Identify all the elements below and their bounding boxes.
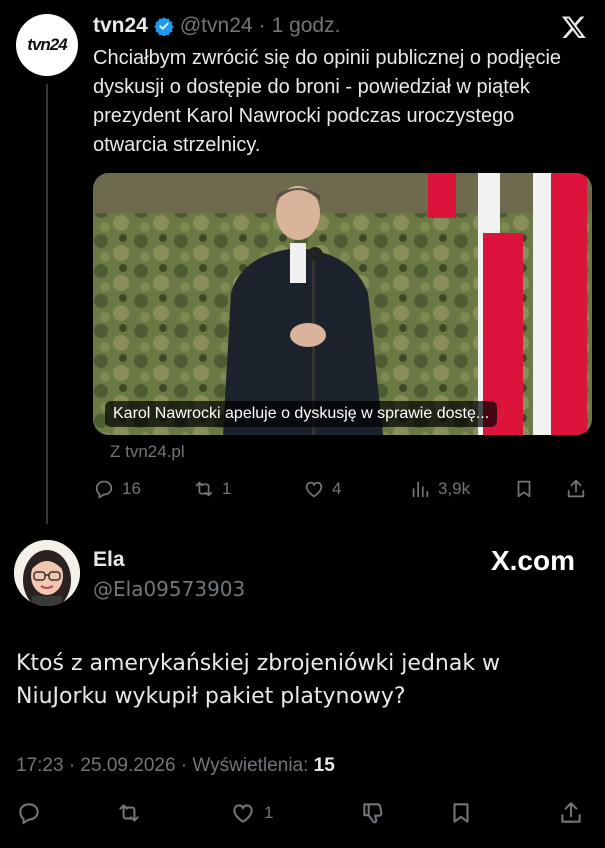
reply-meta: 17:23 · 25.09.2026 · Wyświetlenia: 15 — [16, 755, 335, 777]
quoted-tweet-header: tvn24 @tvn24 · 1 godz. — [93, 14, 340, 38]
author-name[interactable]: tvn24 — [93, 14, 148, 38]
reply-icon — [19, 803, 39, 825]
x-logo-icon[interactable] — [561, 14, 587, 40]
avatar-illustration — [14, 540, 80, 606]
like-count: 4 — [332, 479, 342, 498]
reply-repost-button[interactable] — [116, 800, 142, 826]
media-caption: Karol Nawrocki apeluje o dyskusję w spra… — [105, 401, 498, 427]
author-handle[interactable]: @tvn24 — [180, 14, 253, 38]
reply-bookmark-button[interactable] — [448, 800, 474, 826]
reply-author-handle[interactable]: @Ela09573903 — [93, 577, 245, 601]
like-button[interactable]: 4 — [303, 478, 341, 500]
link-source[interactable]: Z tvn24.pl — [110, 442, 185, 462]
like-icon — [233, 804, 253, 823]
verified-badge-icon — [154, 17, 174, 36]
bookmark-icon — [517, 480, 531, 498]
quoted-tweet-text: Chciałbym zwrócić się do opinii publiczn… — [93, 47, 562, 156]
separator-dot: · — [258, 14, 266, 37]
avatar-logo-text: tvn24 — [27, 35, 67, 54]
views-icon — [412, 481, 429, 498]
reply-button[interactable]: 16 — [93, 478, 141, 500]
dislike-icon — [363, 803, 383, 824]
reply-count: 16 — [122, 479, 141, 498]
reply-like-button[interactable]: 1 — [230, 800, 273, 826]
bookmark-icon — [453, 803, 469, 823]
reply-timestamp: 17:23 · 25.09.2026 · Wyświetlenia: — [16, 755, 309, 776]
post-time[interactable]: 1 godz. — [272, 14, 341, 38]
thread-line — [46, 84, 48, 524]
views-count: 3,9k — [438, 479, 471, 498]
share-button[interactable] — [565, 478, 587, 500]
reply-like-count: 1 — [264, 803, 274, 822]
reply-actions: 1 — [0, 800, 605, 834]
bookmark-button[interactable] — [513, 478, 535, 500]
views-button[interactable]: 3,9k — [409, 478, 470, 500]
x-com-watermark: X.com — [491, 545, 575, 577]
reply-share-button[interactable] — [558, 800, 584, 826]
reply-author-name[interactable]: Ela — [93, 548, 125, 572]
reply-icon — [95, 480, 113, 499]
reply-dislike-button[interactable] — [360, 800, 386, 826]
reply-reply-button[interactable] — [16, 800, 42, 826]
share-icon — [561, 802, 581, 823]
share-icon — [567, 479, 585, 498]
x-com-watermark-text: X.com — [490, 545, 575, 576]
repost-button[interactable]: 1 — [193, 478, 231, 500]
ela-avatar[interactable] — [14, 540, 80, 606]
media-card[interactable]: Karol Nawrocki apeluje o dyskusję w spra… — [93, 173, 592, 435]
tvn24-avatar[interactable]: tvn24 — [16, 14, 78, 76]
quoted-tweet-actions: 16 1 4 3,9k — [93, 478, 593, 504]
reply-views-count: 15 — [313, 755, 335, 776]
reply-text: Ktoś z amerykańskiej zbrojeniówki jednak… — [16, 651, 501, 709]
repost-icon — [195, 481, 213, 497]
repost-icon — [119, 804, 139, 822]
like-icon — [305, 481, 323, 498]
media-image — [93, 173, 592, 435]
repost-count: 1 — [222, 479, 232, 498]
quoted-tweet[interactable]: tvn24 tvn24 @tvn24 · 1 godz. Chciałbym z… — [0, 0, 605, 524]
